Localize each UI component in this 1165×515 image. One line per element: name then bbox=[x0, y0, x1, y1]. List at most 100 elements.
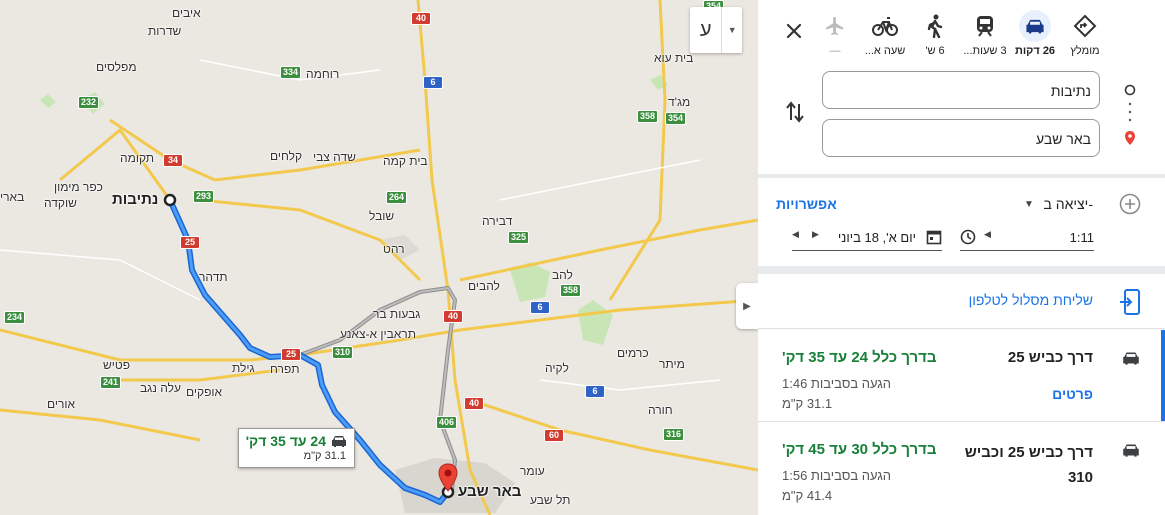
route-callout[interactable]: 24 עד 35 דק' 31.1 ק"מ bbox=[238, 428, 355, 468]
place-label: אורים bbox=[47, 397, 76, 411]
place-label: רהט bbox=[383, 242, 405, 256]
road-shield: 40 bbox=[464, 397, 484, 410]
road-shield: 234 bbox=[4, 311, 26, 324]
destination-input[interactable]: באר שבע bbox=[822, 119, 1100, 157]
place-label: לקיה bbox=[545, 361, 569, 375]
walk-icon bbox=[919, 10, 951, 42]
route-points-icon bbox=[1124, 84, 1136, 145]
route-distance: 41.4 ק"מ bbox=[782, 488, 833, 503]
divider bbox=[758, 174, 1165, 178]
caret-down-icon: ▼ bbox=[721, 7, 742, 53]
date-value: יום א', 18 ביוני bbox=[837, 230, 916, 245]
road-shield: 232 bbox=[78, 96, 100, 109]
road-shield: 6 bbox=[585, 385, 605, 398]
place-label: שדרות bbox=[148, 24, 182, 38]
road-shield: 358 bbox=[637, 110, 659, 123]
route-via: דרך כביש 25 bbox=[1007, 349, 1093, 366]
date-picker[interactable]: ◀ ▶ יום א', 18 ביוני bbox=[792, 226, 942, 251]
time-prev-icon[interactable]: ◀ bbox=[984, 229, 991, 240]
road-shield: 6 bbox=[423, 76, 443, 89]
plane-icon bbox=[819, 10, 851, 42]
options-link[interactable]: אפשרויות bbox=[776, 196, 837, 212]
divider bbox=[758, 266, 1165, 274]
place-label: מפלסים bbox=[96, 60, 137, 74]
place-label: איבים bbox=[172, 6, 201, 20]
destination-pin-icon[interactable] bbox=[438, 463, 458, 493]
bike-icon bbox=[869, 10, 901, 42]
route-via: דרך כביש 25 וכביש 310 bbox=[964, 444, 1093, 486]
place-label: עומר bbox=[520, 464, 545, 478]
callout-distance: 31.1 ק"מ bbox=[303, 450, 346, 462]
road-shield: 264 bbox=[386, 191, 408, 204]
route-arrival: הגעה בסביבות 1:56 bbox=[782, 468, 892, 483]
road-shield: 241 bbox=[100, 376, 122, 389]
origin-input[interactable]: נתיבות bbox=[822, 71, 1100, 109]
place-label: תראבין א-צאנע bbox=[340, 327, 417, 341]
caret-down-icon[interactable]: ▼ bbox=[1024, 199, 1034, 210]
place-label: להבים bbox=[468, 279, 500, 293]
car-icon bbox=[1123, 444, 1139, 457]
place-label: רוחמה bbox=[306, 67, 340, 81]
road-shield: 40 bbox=[411, 12, 431, 25]
callout-duration: 24 עד 35 דק' bbox=[245, 433, 326, 449]
mode-best[interactable]: מומלץ bbox=[1055, 10, 1115, 57]
date-next-icon[interactable]: ▶ bbox=[812, 229, 819, 240]
send-to-phone-row[interactable]: שליחת מסלול לטלפון bbox=[758, 276, 1165, 329]
place-label: תדהר bbox=[199, 270, 228, 284]
directions-panel: — שעה א... 6 ש' 3 שעות... 26 דקות מומלץ bbox=[758, 0, 1165, 515]
road-shield: 25 bbox=[180, 236, 200, 249]
date-prev-icon[interactable]: ◀ bbox=[792, 229, 799, 240]
place-label: תפרח bbox=[270, 362, 300, 376]
route-duration: בדרך כלל 24 עד 35 דק' bbox=[782, 349, 937, 366]
place-label: עלה נגב bbox=[140, 381, 181, 395]
place-label: בארי bbox=[0, 190, 25, 204]
add-stop-icon[interactable] bbox=[1119, 193, 1141, 215]
time-value: 1:11 bbox=[1069, 230, 1094, 245]
place-label: כפר מימון bbox=[54, 180, 103, 194]
place-label: גבעות בר bbox=[373, 307, 421, 321]
swap-direction-icon[interactable] bbox=[784, 100, 806, 124]
place-label: קלחים bbox=[270, 149, 303, 163]
road-shield: 34 bbox=[163, 154, 183, 167]
route-distance: 31.1 ק"מ bbox=[782, 396, 833, 411]
calendar-icon bbox=[926, 230, 942, 245]
place-label: דבירה bbox=[482, 214, 513, 228]
place-label: שובל bbox=[369, 209, 395, 223]
road-shield: 354 bbox=[665, 112, 687, 125]
map-canvas[interactable]: איבים שדרות מפלסים רוחמה תקומה כפר מימון… bbox=[0, 0, 758, 515]
origin-marker-icon[interactable] bbox=[163, 193, 177, 207]
clock-icon bbox=[960, 229, 976, 245]
time-picker[interactable]: ◀ 1:11 bbox=[960, 226, 1094, 251]
place-label: אופקים bbox=[186, 385, 223, 399]
place-label-origin: נתיבות bbox=[112, 191, 159, 208]
send-to-phone-icon bbox=[1120, 289, 1140, 315]
place-label: שדה צבי bbox=[313, 150, 356, 164]
close-icon bbox=[786, 23, 802, 39]
send-to-phone-label: שליחת מסלול לטלפון bbox=[968, 292, 1093, 308]
route-option-1[interactable]: דרך כביש 25 בדרך כלל 24 עד 35 דק' הגעה ב… bbox=[758, 330, 1165, 422]
car-icon bbox=[332, 436, 346, 447]
collapse-panel-button[interactable]: ▶ bbox=[736, 283, 758, 329]
place-label: תקומה bbox=[120, 151, 155, 165]
route-option-2[interactable]: דרך כביש 25 וכביש 310 בדרך כלל 30 עד 45 … bbox=[758, 422, 1165, 515]
place-label: תל שבע bbox=[530, 493, 571, 507]
depart-at-dropdown[interactable]: יציאה ב- bbox=[1043, 196, 1093, 212]
car-icon bbox=[1123, 352, 1139, 365]
close-button[interactable] bbox=[782, 19, 806, 43]
selected-indicator bbox=[1161, 330, 1165, 421]
road-shield: 6 bbox=[530, 301, 550, 314]
road-shield: 293 bbox=[193, 190, 215, 203]
place-label: מג'ד bbox=[668, 95, 691, 109]
place-label: מיתר bbox=[659, 357, 685, 371]
road-shield: 40 bbox=[443, 310, 463, 323]
place-label: שוקדה bbox=[44, 196, 77, 210]
place-label-destination: באר שבע bbox=[458, 483, 522, 500]
road-shield: 60 bbox=[544, 429, 564, 442]
road-shield: 406 bbox=[436, 416, 458, 429]
route-details-link[interactable]: פרטים bbox=[1052, 386, 1093, 402]
route-duration: בדרך כלל 30 עד 45 דק' bbox=[782, 441, 937, 458]
route-arrival: הגעה בסביבות 1:46 bbox=[782, 376, 892, 391]
place-label: גילת bbox=[232, 361, 255, 375]
road-shield: 310 bbox=[332, 346, 354, 359]
map-language-button[interactable]: ע ▼ bbox=[690, 7, 742, 53]
